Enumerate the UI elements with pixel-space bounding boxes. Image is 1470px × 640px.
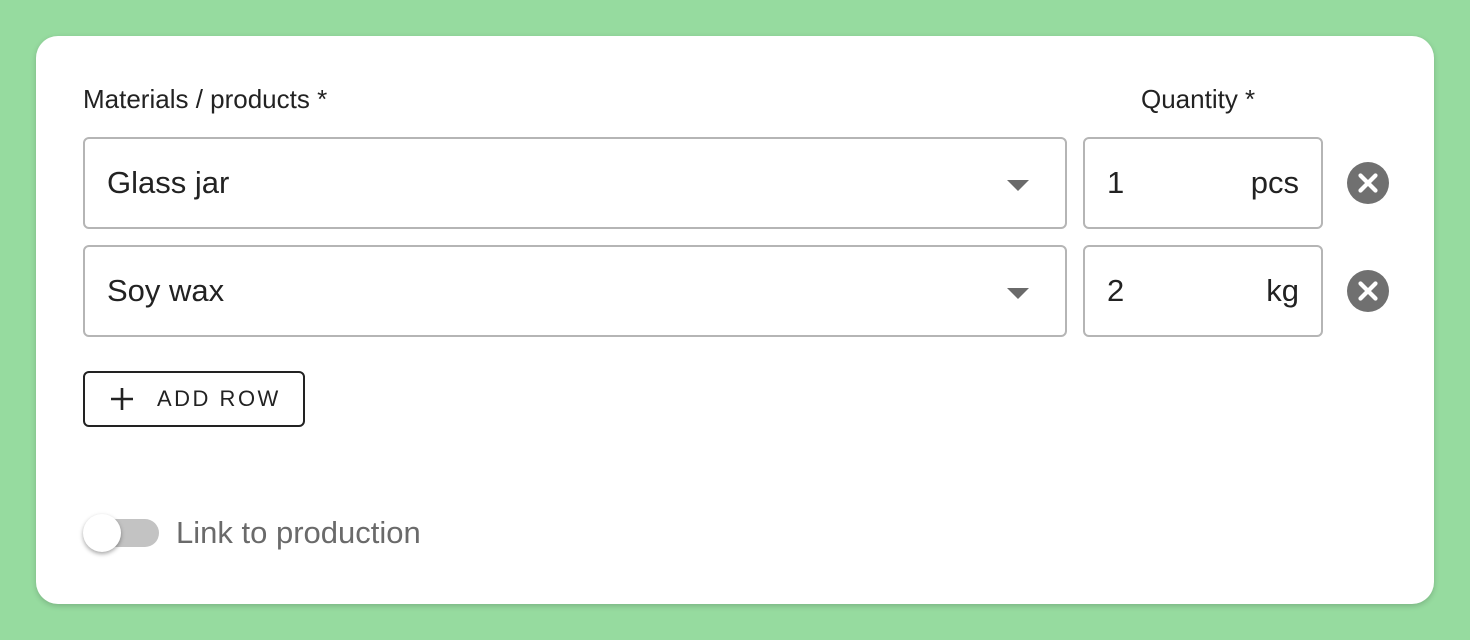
- caret-down-icon: [1007, 180, 1029, 191]
- toggle-thumb: [83, 514, 121, 552]
- quantity-input[interactable]: 1 pcs: [1083, 137, 1323, 229]
- materials-label: Materials / products *: [83, 84, 328, 114]
- quantity-unit: kg: [1266, 273, 1299, 308]
- add-row-label: ADD ROW: [157, 386, 281, 411]
- toggle-label[interactable]: Link to production: [176, 515, 421, 551]
- quantity-value: 2: [1107, 273, 1125, 308]
- quantity-label: Quantity *: [1141, 84, 1256, 114]
- remove-row-button[interactable]: [1347, 162, 1389, 204]
- link-to-production-toggle[interactable]: [83, 513, 163, 553]
- close-icon: [1358, 173, 1378, 193]
- close-icon: [1358, 281, 1378, 301]
- quantity-input[interactable]: 2 kg: [1083, 245, 1323, 337]
- quantity-value: 1: [1107, 165, 1125, 200]
- material-row: Glass jar 1 pcs: [83, 137, 1403, 229]
- plus-icon: [111, 388, 133, 410]
- quantity-unit: pcs: [1250, 165, 1299, 200]
- material-row: Soy wax 2 kg: [83, 245, 1403, 337]
- materials-card: Materials / products * Quantity * Glass …: [36, 36, 1434, 604]
- material-select-value: Soy wax: [107, 273, 225, 308]
- add-row-button[interactable]: ADD ROW: [83, 371, 305, 427]
- remove-row-button[interactable]: [1347, 270, 1389, 312]
- caret-down-icon: [1007, 288, 1029, 299]
- material-select-value: Glass jar: [107, 165, 230, 200]
- material-select[interactable]: Glass jar: [83, 137, 1067, 229]
- material-select[interactable]: Soy wax: [83, 245, 1067, 337]
